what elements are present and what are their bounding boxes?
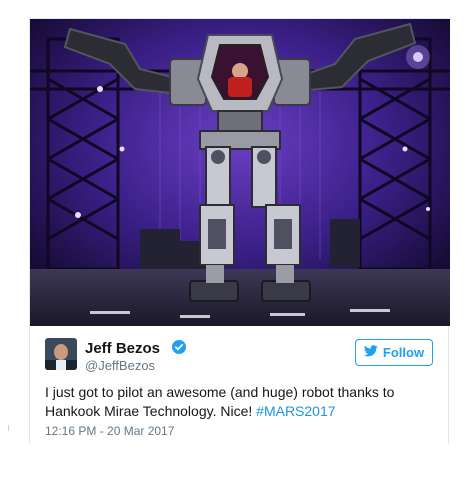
robot-stage-image	[30, 19, 450, 326]
tweet-photo[interactable]	[30, 19, 450, 326]
tweet-card: Jeff Bezos @JeffBezos Follow I just got …	[29, 18, 450, 444]
author-handle[interactable]: @JeffBezos	[85, 358, 155, 373]
follow-label: Follow	[382, 345, 425, 360]
divider	[8, 425, 9, 431]
tweet-text: I just got to pilot an awesome (and huge…	[45, 383, 435, 421]
hashtag-link[interactable]: #MARS2017	[256, 403, 335, 419]
twitter-bird-icon	[363, 345, 378, 360]
avatar[interactable]	[45, 338, 77, 370]
verified-badge-icon	[172, 340, 186, 354]
follow-button[interactable]: Follow	[355, 339, 433, 366]
author-name[interactable]: Jeff Bezos	[85, 340, 160, 357]
tweet-timestamp[interactable]: 12:16 PM - 20 Mar 2017	[45, 424, 174, 438]
tweet-author: Jeff Bezos @JeffBezos Follow	[45, 338, 435, 373]
tweet-body: I just got to pilot an awesome (and huge…	[45, 384, 395, 419]
